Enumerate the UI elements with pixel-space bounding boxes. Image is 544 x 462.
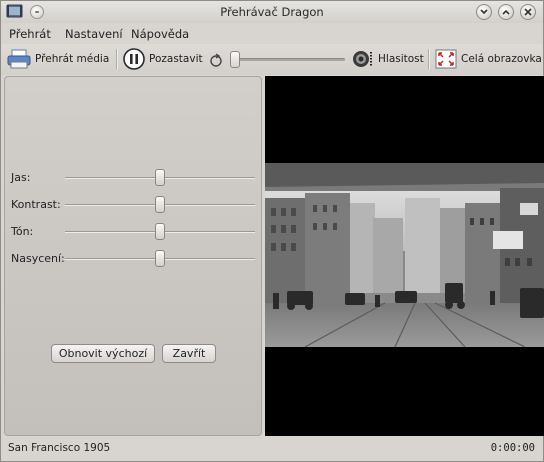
chevron-down-icon — [480, 9, 488, 15]
refresh-icon — [210, 53, 222, 67]
minimize-button[interactable] — [476, 4, 492, 20]
window-title: Přehrávač Dragon — [220, 5, 324, 19]
contrast-slider-handle[interactable] — [155, 196, 165, 213]
fullscreen-icon — [435, 49, 457, 69]
media-title: San Francisco 1905 — [8, 442, 111, 454]
pause-label: Pozastavit — [149, 53, 203, 65]
fullscreen-label: Celá obrazovka — [461, 53, 542, 65]
brightness-slider-handle[interactable] — [155, 169, 165, 186]
video-display[interactable] — [265, 76, 544, 436]
volume-button[interactable]: Hlasitost — [352, 48, 424, 70]
saturation-slider-handle[interactable] — [155, 250, 165, 267]
title-bar[interactable]: Přehrávač Dragon — [1, 1, 543, 23]
brightness-label: Jas: — [11, 171, 31, 184]
play-media-button[interactable]: Přehrát média — [7, 48, 109, 70]
close-panel-button[interactable]: Zavřít — [162, 344, 216, 363]
seek-slider-track[interactable] — [237, 58, 345, 61]
maximize-button[interactable] — [498, 4, 514, 20]
volume-label: Hlasitost — [378, 53, 424, 65]
fullscreen-button[interactable]: Celá obrazovka — [435, 48, 542, 70]
pause-icon — [123, 48, 145, 70]
menu-play[interactable]: Přehrát — [9, 27, 51, 41]
video-settings-panel: Jas: Kontrast: Tón: Nasycení: Obnovit vý… — [4, 76, 262, 436]
hue-slider-handle[interactable] — [155, 223, 165, 240]
contrast-label: Kontrast: — [11, 198, 61, 211]
toolbar-separator — [116, 49, 117, 69]
toolbar: Přehrát média Pozastavit Hlasitost Celá … — [1, 44, 543, 75]
chevron-up-icon — [502, 9, 510, 15]
main-window: Přehrávač Dragon Přehrát Nastavení Nápov… — [0, 0, 544, 462]
status-bar: San Francisco 1905 0:00:00 — [1, 437, 543, 461]
video-frame — [265, 163, 544, 347]
menu-settings[interactable]: Nastavení — [65, 27, 123, 41]
speaker-volume-icon — [353, 51, 372, 67]
reset-defaults-button[interactable]: Obnovit výchozí — [51, 344, 155, 363]
seek-slider-handle[interactable] — [230, 51, 240, 68]
hue-label: Tón: — [11, 225, 34, 238]
printer-media-icon — [7, 49, 31, 69]
play-media-label: Přehrát média — [35, 53, 110, 65]
playback-time: 0:00:00 — [490, 442, 535, 454]
pause-button[interactable]: Pozastavit — [123, 48, 203, 70]
saturation-label: Nasycení: — [11, 252, 65, 265]
menu-help[interactable]: Nápověda — [131, 27, 189, 41]
close-icon — [524, 8, 532, 16]
close-button[interactable] — [520, 4, 536, 20]
toolbar-separator — [428, 49, 429, 69]
menu-bar: Přehrát Nastavení Nápověda — [1, 23, 543, 44]
